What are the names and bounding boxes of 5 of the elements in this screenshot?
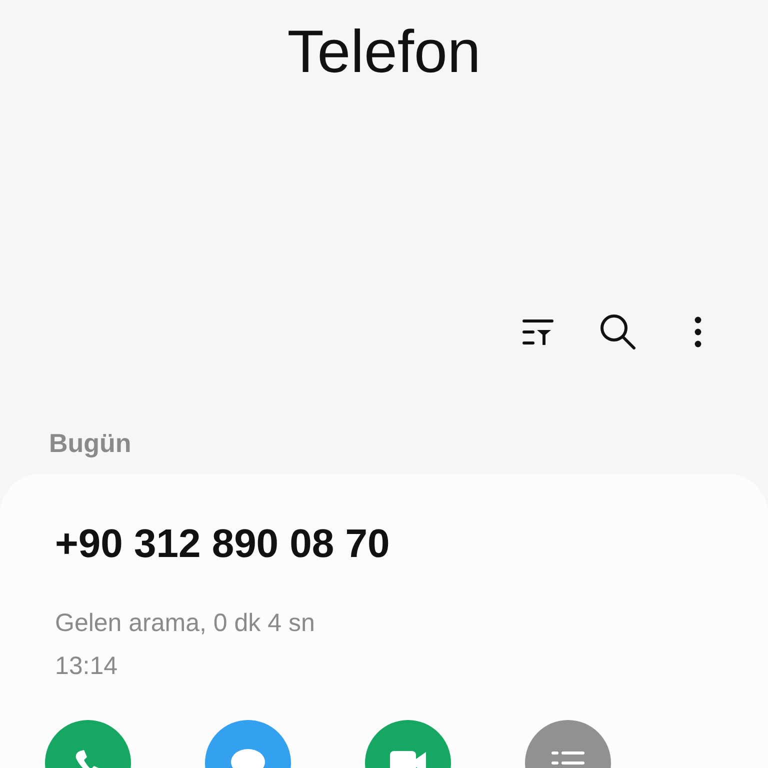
app-title: Telefon xyxy=(287,17,481,82)
call-description: Gelen arama, 0 dk 4 sn xyxy=(55,608,315,640)
phone-number: +90 312 890 08 70 xyxy=(55,521,390,568)
section-label: Bugün xyxy=(49,428,132,460)
call-time: 13:14 xyxy=(55,651,118,682)
